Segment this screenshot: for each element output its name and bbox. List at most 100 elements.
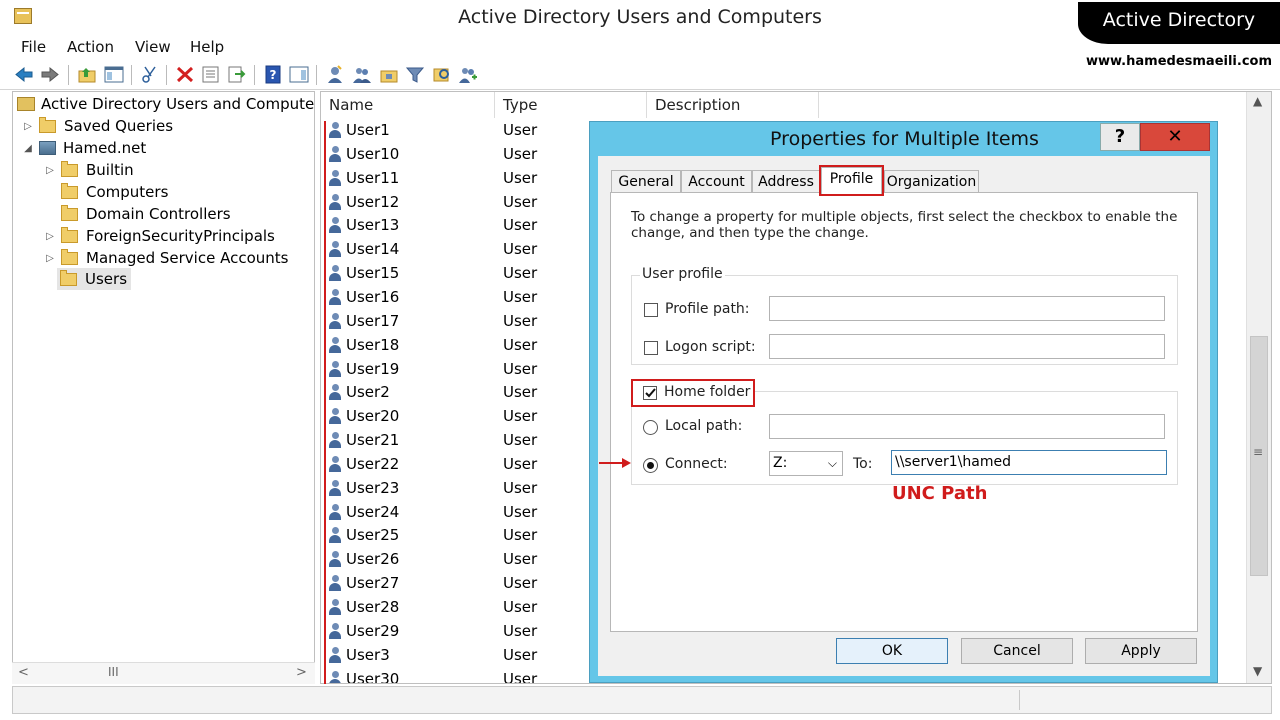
up-folder-icon[interactable] [77,65,97,84]
annotation-arrow-icon [599,458,631,468]
help-button[interactable]: ? [1100,123,1140,151]
connect-radio[interactable] [643,458,658,473]
properties-icon[interactable] [201,65,221,84]
user-row[interactable]: User14 User [329,238,629,261]
user-icon [329,479,341,496]
filter-icon[interactable] [405,65,425,84]
action-pane-icon[interactable] [289,65,309,84]
column-header-type[interactable]: Type [495,92,647,118]
scroll-up-icon[interactable]: ▲ [1253,94,1262,108]
user-row[interactable]: User24 User [329,501,629,524]
local-path-input[interactable] [769,414,1165,439]
close-button[interactable]: ✕ [1140,123,1210,151]
user-row[interactable]: User18 User [329,334,629,357]
tab-general[interactable]: General [611,170,681,192]
scroll-right-icon[interactable]: > [296,665,307,680]
logon-script-checkbox[interactable] [644,341,658,355]
tree-item-managed-service-accounts[interactable]: ▷ Managed Service Accounts [43,247,288,269]
user-row[interactable]: User13 User [329,214,629,237]
profile-path-input[interactable] [769,296,1165,321]
menu-view[interactable]: View [135,38,171,56]
scroll-grip[interactable]: III [108,665,119,679]
user-name: User21 [346,431,400,450]
forward-arrow-icon[interactable] [40,65,60,84]
apply-button[interactable]: Apply [1085,638,1197,664]
scroll-left-icon[interactable]: < [18,665,29,680]
show-console-tree-icon[interactable] [104,65,124,84]
cut-icon[interactable] [140,65,160,84]
user-type: User [503,287,538,306]
tree-item-saved-queries[interactable]: ▷ Saved Queries [21,115,173,137]
new-group-icon[interactable] [352,65,372,84]
tree-item-domain-controllers[interactable]: Domain Controllers [43,203,231,225]
delete-icon[interactable] [175,65,195,84]
user-row[interactable]: User28 User [329,596,629,619]
user-row[interactable]: User29 User [329,620,629,643]
tree-item-root[interactable]: Active Directory Users and Compute [17,93,314,115]
scrollbar-thumb[interactable]: ≡ [1250,336,1268,576]
user-row[interactable]: User10 User [329,143,629,166]
expand-arrow-icon[interactable]: ▷ [21,121,35,132]
user-type: User [503,311,538,330]
column-header-description[interactable]: Description [647,92,819,118]
user-row[interactable]: User30 User [329,668,629,683]
user-row[interactable]: User15 User [329,262,629,285]
profile-path-checkbox[interactable] [644,303,658,317]
tree-horizontal-scrollbar[interactable]: < III > [12,662,315,684]
user-row[interactable]: User25 User [329,524,629,547]
user-row[interactable]: User3 User [329,644,629,667]
tree-item-builtin[interactable]: ▷ Builtin [43,159,134,181]
user-row[interactable]: User11 User [329,167,629,190]
tree-item-users[interactable]: Users [57,268,132,290]
profile-path-label: Profile path: [665,301,750,317]
user-type: User [503,621,538,640]
expand-arrow-icon[interactable]: ▷ [43,253,57,264]
new-ou-icon[interactable] [379,65,399,84]
user-row[interactable]: User21 User [329,429,629,452]
scroll-down-icon[interactable]: ▼ [1253,664,1262,678]
expand-arrow-icon[interactable]: ▷ [43,231,57,242]
menu-action[interactable]: Action [67,38,114,56]
new-user-icon[interactable] [325,65,345,84]
menu-file[interactable]: File [21,38,46,56]
user-row[interactable]: User26 User [329,548,629,571]
menu-help[interactable]: Help [190,38,224,56]
find-icon[interactable] [432,65,452,84]
back-arrow-icon[interactable] [14,65,34,84]
user-row[interactable]: User19 User [329,358,629,381]
user-row[interactable]: User27 User [329,572,629,595]
results-vertical-scrollbar[interactable]: ▲ ≡ ▼ [1246,92,1271,683]
unc-path-input[interactable]: \\server1\hamed [891,450,1167,475]
add-to-group-icon[interactable] [458,65,478,84]
unc-path-annotation: UNC Path [892,483,988,504]
collapse-arrow-icon[interactable]: ◢ [21,143,35,154]
user-row[interactable]: User20 User [329,405,629,428]
tree-item-foreign-security-principals[interactable]: ▷ ForeignSecurityPrincipals [43,225,275,247]
user-icon [329,241,341,258]
user-row[interactable]: User12 User [329,191,629,214]
user-row[interactable]: User1 User [329,119,629,142]
tab-address[interactable]: Address [752,170,820,192]
export-list-icon[interactable] [227,65,247,84]
user-icon [329,551,341,568]
tab-profile[interactable]: Profile [819,165,884,196]
user-row[interactable]: User23 User [329,477,629,500]
tree-item-domain[interactable]: ◢ Hamed.net [21,137,146,159]
user-row[interactable]: User17 User [329,310,629,333]
drive-letter-select[interactable]: Z: ⌵ [769,451,843,476]
tab-account[interactable]: Account [681,170,752,192]
user-row[interactable]: User2 User [329,381,629,404]
tab-organization[interactable]: Organization [884,170,979,192]
home-folder-checkbox[interactable] [643,386,657,400]
logon-script-input[interactable] [769,334,1165,359]
cancel-button[interactable]: Cancel [961,638,1073,664]
expand-arrow-icon[interactable]: ▷ [43,165,57,176]
user-type: User [503,335,538,354]
column-header-name[interactable]: Name [321,92,495,118]
ok-button[interactable]: OK [836,638,948,664]
local-path-radio[interactable] [643,420,658,435]
help-book-icon[interactable]: ? [263,65,283,84]
user-row[interactable]: User22 User [329,453,629,476]
tree-item-computers[interactable]: Computers [43,181,168,203]
user-row[interactable]: User16 User [329,286,629,309]
